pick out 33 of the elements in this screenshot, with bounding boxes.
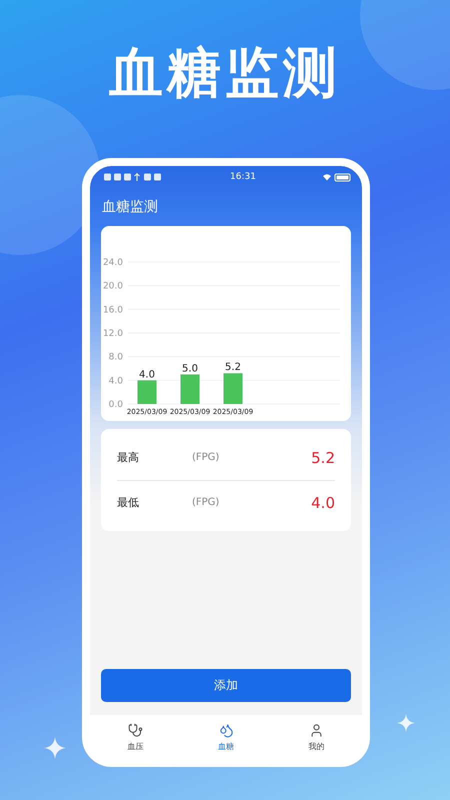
notification-icons — [104, 173, 164, 181]
data-label: 4.0 — [139, 369, 155, 380]
stat-label: 最低 — [117, 495, 140, 510]
bar — [180, 374, 200, 404]
axis-label: 24.0 — [102, 258, 123, 268]
add-button[interactable]: 添加 — [101, 669, 351, 702]
sparkle-icon — [44, 737, 66, 759]
person-icon — [309, 722, 324, 738]
data-label: 5.2 — [225, 362, 241, 374]
stat-unit: (FPG) — [192, 497, 220, 508]
axis-label: 4.0 — [108, 376, 123, 386]
stat-label: 最高 — [117, 450, 140, 465]
axis-label: 20.0 — [102, 282, 123, 292]
bar — [138, 380, 156, 404]
data-label: 5.0 — [182, 363, 198, 374]
axis-label: 8.0 — [108, 352, 123, 363]
sparkle-icon — [397, 714, 415, 732]
status-time: 16:31 — [230, 172, 256, 182]
stat-value: 4.0 — [311, 494, 335, 512]
axis-label: 12.0 — [102, 329, 123, 339]
headline: 血糖监测 — [109, 40, 341, 106]
stat-unit: (FPG) — [192, 452, 220, 463]
stethoscope-icon — [128, 722, 143, 738]
bar — [224, 373, 242, 404]
droplets-icon — [218, 722, 234, 738]
screen-title: 血糖监测 — [101, 198, 159, 217]
axis-label: 0.0 — [108, 400, 123, 410]
tab[interactable]: 血压 — [90, 715, 181, 759]
tab[interactable]: 血糖 — [180, 715, 272, 759]
stat-value: 5.2 — [311, 448, 335, 466]
wifi-battery-icons — [322, 172, 352, 182]
axis-label: 16.0 — [102, 305, 123, 316]
tab[interactable]: 我的 — [271, 715, 362, 759]
